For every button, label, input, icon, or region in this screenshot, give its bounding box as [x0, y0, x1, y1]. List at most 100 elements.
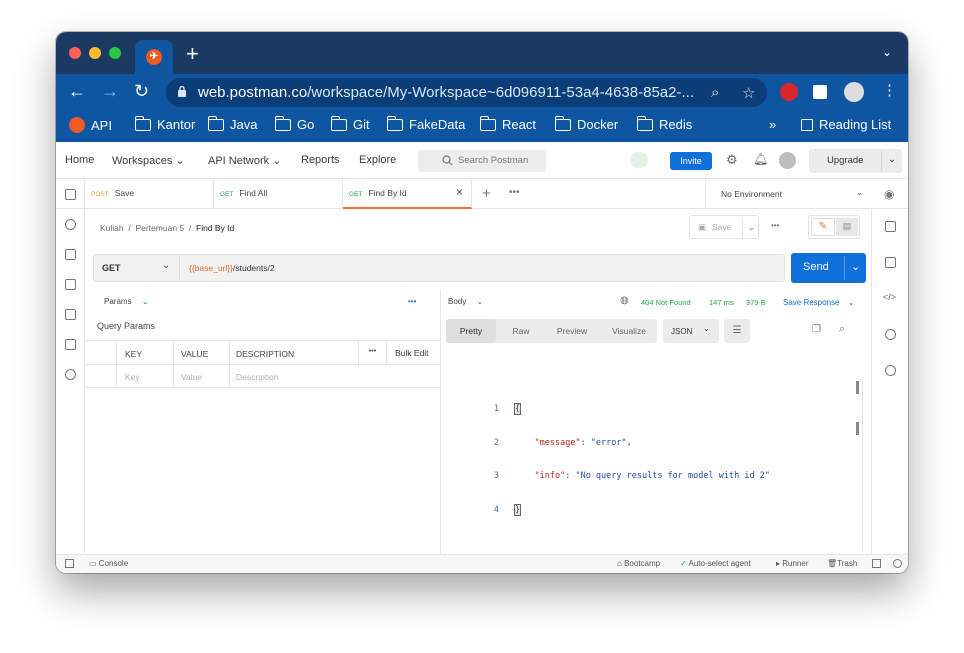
breadcrumb-item[interactable]: Pertemuan 5	[135, 223, 184, 233]
response-time[interactable]: 147 ms	[709, 298, 734, 307]
bulk-edit-button[interactable]: Bulk Edit	[395, 348, 429, 358]
chevron-down-icon[interactable]: ⌄	[742, 218, 755, 238]
history-icon[interactable]	[65, 369, 76, 380]
flows-icon[interactable]	[65, 339, 76, 350]
scrollbar-marker[interactable]	[856, 381, 859, 394]
upgrade-button[interactable]: Upgrade ⌄	[809, 149, 902, 173]
bookmark-fakedata[interactable]: FakeData	[386, 115, 465, 132]
copy-icon[interactable]: ❐	[812, 324, 821, 335]
bookmark-git[interactable]: Git	[330, 115, 370, 132]
more-tabs-icon[interactable]: •••	[509, 187, 520, 198]
zoom-window-button[interactable]	[109, 47, 121, 59]
breadcrumb-item[interactable]: Kuliah	[100, 223, 124, 233]
info-icon[interactable]	[885, 329, 896, 340]
params-tab[interactable]: Params ⌄	[104, 297, 149, 306]
status-code[interactable]: 404 Not Found	[641, 298, 691, 307]
chevron-down-icon[interactable]: ⌄	[882, 45, 892, 59]
bookmark-go[interactable]: Go	[274, 115, 314, 132]
format-select[interactable]: JSON ⌄	[663, 319, 719, 343]
nav-reports[interactable]: Reports	[301, 154, 340, 166]
nav-api-network[interactable]: API Network ⌄	[208, 154, 281, 167]
value-input[interactable]: Value	[181, 372, 202, 382]
nav-workspaces[interactable]: Workspaces ⌄	[112, 154, 185, 167]
documentation-view-icon[interactable]: ▤	[836, 218, 858, 236]
more-columns-icon[interactable]: •••	[358, 341, 387, 364]
chevron-down-icon[interactable]: ⌄	[844, 256, 860, 280]
more-actions-icon[interactable]: •••	[771, 221, 779, 230]
key-input[interactable]: Key	[125, 372, 140, 382]
bookmark-star-icon[interactable]: ☆	[742, 84, 755, 102]
bookmark-redis[interactable]: Redis	[636, 115, 692, 132]
bookmark-kantor[interactable]: Kantor	[134, 115, 195, 132]
tab-find-all[interactable]: GET Find All	[214, 179, 343, 209]
environments-icon[interactable]	[65, 249, 76, 260]
close-tab-icon[interactable]: ×	[456, 185, 463, 199]
console-button[interactable]: ▭ Console	[89, 559, 128, 568]
comments-icon[interactable]	[885, 257, 896, 268]
save-response-button[interactable]: Save Response ⌄	[783, 298, 854, 307]
globe-icon[interactable]: ◍	[620, 295, 629, 306]
edit-pencil-icon[interactable]: ✎	[811, 218, 835, 236]
tab-save[interactable]: POST Save	[85, 179, 214, 209]
response-size[interactable]: 379 B	[746, 298, 766, 307]
bookmark-docker[interactable]: Docker	[554, 115, 618, 132]
send-button[interactable]: Send ⌄	[791, 253, 866, 283]
documentation-icon[interactable]	[885, 221, 896, 232]
reading-list-button[interactable]: Reading List	[801, 117, 891, 132]
row-checkbox[interactable]	[85, 365, 117, 388]
trash-button[interactable]: 🗑︎Trash	[827, 559, 857, 568]
nav-home[interactable]: Home	[65, 154, 94, 166]
scrollbar-marker[interactable]	[856, 422, 859, 435]
bookmark-api[interactable]: API	[69, 117, 112, 133]
browser-tab[interactable]: ✈	[135, 40, 173, 74]
runner-button[interactable]: ▸ Runner	[776, 559, 809, 568]
back-arrow-icon[interactable]: ←	[68, 81, 86, 101]
response-body-tab[interactable]: Body ⌄	[448, 297, 483, 306]
wrap-lines-icon[interactable]: ☰	[724, 319, 750, 343]
more-options-icon[interactable]: •••	[408, 297, 416, 306]
profile-avatar[interactable]	[844, 82, 864, 102]
help-icon[interactable]	[893, 559, 902, 568]
mock-servers-icon[interactable]	[65, 279, 76, 290]
agent-selector[interactable]: ✓ Auto-select agent	[680, 559, 751, 568]
two-pane-icon[interactable]	[872, 559, 881, 568]
apis-icon[interactable]	[65, 219, 76, 230]
minimize-window-button[interactable]	[89, 47, 101, 59]
close-window-button[interactable]	[69, 47, 81, 59]
notification-bell-icon[interactable]: 🔔︎	[753, 152, 768, 166]
chevron-down-icon[interactable]: ⌄	[881, 151, 896, 171]
forward-arrow-icon[interactable]: →	[101, 81, 119, 101]
tab-raw[interactable]: Raw	[501, 319, 541, 343]
eye-icon[interactable]: ◉	[884, 187, 894, 201]
tab-pretty[interactable]: Pretty	[446, 319, 496, 343]
save-request-button[interactable]: ▣ Save ⌄	[689, 215, 759, 239]
method-select[interactable]: GET ⌄	[94, 255, 180, 281]
new-tab-icon[interactable]: +	[186, 43, 199, 65]
monitors-icon[interactable]	[65, 309, 76, 320]
extensions-puzzle-icon[interactable]	[813, 85, 827, 99]
sync-status-icon[interactable]	[630, 152, 648, 168]
settings-gear-icon[interactable]: ⚙	[726, 152, 738, 168]
search-icon[interactable]: ⌕	[839, 323, 845, 336]
invite-button[interactable]: Invite	[670, 152, 712, 170]
address-bar[interactable]: web.postman.co/workspace/My-Workspace~6d…	[166, 78, 767, 107]
code-icon[interactable]: </>	[883, 292, 896, 302]
user-avatar[interactable]	[779, 152, 796, 169]
description-input[interactable]: Description	[236, 372, 279, 382]
nav-explore[interactable]: Explore	[359, 154, 396, 166]
search-input[interactable]: Search Postman	[418, 150, 546, 172]
tab-visualize[interactable]: Visualize	[601, 319, 657, 343]
tab-preview[interactable]: Preview	[546, 319, 598, 343]
zoom-magnifier-icon[interactable]: ⌕	[711, 84, 719, 101]
new-request-tab-icon[interactable]: +	[482, 185, 491, 202]
bookmark-java[interactable]: Java	[207, 115, 257, 132]
bootcamp-button[interactable]: ⌂ Bootcamp	[617, 559, 660, 568]
browser-menu-icon[interactable]: ⋮	[882, 81, 897, 101]
reload-icon[interactable]: ↻	[134, 81, 149, 101]
code-editor[interactable]: 1{ 2 "message": "error", 3 "info": "No q…	[469, 384, 770, 538]
environment-selector[interactable]: No Environment ⌄	[705, 179, 871, 209]
adblock-extension-icon[interactable]	[780, 83, 798, 101]
url-input[interactable]: {{base_url}}/students/2	[189, 263, 275, 273]
toggle-sidebar-icon[interactable]	[65, 559, 74, 568]
bookmark-react[interactable]: React	[479, 115, 536, 132]
